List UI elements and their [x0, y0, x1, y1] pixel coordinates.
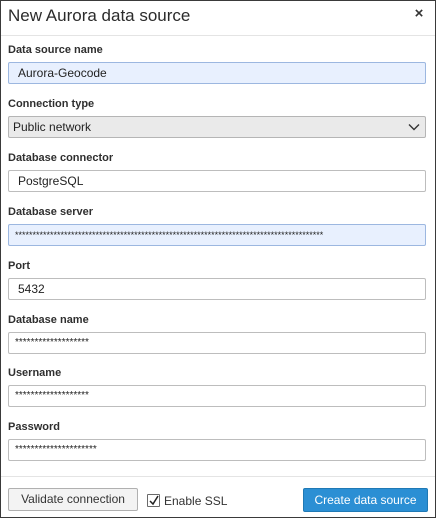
- connection-type-select[interactable]: Public network: [8, 116, 426, 138]
- database-connector-input[interactable]: PostgreSQL: [8, 170, 426, 192]
- data-source-name-label: Data source name: [8, 44, 103, 56]
- database-connector-label: Database connector: [8, 152, 114, 164]
- new-data-source-dialog: New Aurora data source × Data source nam…: [0, 0, 436, 518]
- data-source-name-input[interactable]: Aurora-Geocode: [8, 62, 426, 84]
- database-server-label: Database server: [8, 206, 94, 218]
- close-icon[interactable]: ×: [410, 5, 428, 23]
- database-name-label: Database name: [8, 314, 89, 326]
- enable-ssl-checkbox[interactable]: [147, 494, 160, 507]
- connection-type-label: Connection type: [8, 98, 95, 110]
- validate-connection-button[interactable]: Validate connection: [8, 488, 138, 511]
- connection-type-value: Public network: [13, 120, 92, 134]
- port-input[interactable]: 5432: [8, 278, 426, 300]
- password-input[interactable]: *********************: [8, 439, 426, 461]
- chevron-down-icon: [408, 124, 420, 131]
- dialog-header: New Aurora data source ×: [1, 1, 435, 36]
- dialog-title: New Aurora data source: [8, 6, 191, 25]
- checkmark-icon: [149, 495, 159, 506]
- username-input[interactable]: *******************: [8, 385, 426, 407]
- port-label: Port: [8, 260, 30, 272]
- enable-ssl-label[interactable]: Enable SSL: [164, 494, 227, 508]
- password-label: Password: [8, 421, 60, 433]
- database-name-input[interactable]: *******************: [8, 332, 426, 354]
- database-server-input[interactable]: ****************************************…: [8, 224, 426, 246]
- create-data-source-button[interactable]: Create data source: [303, 488, 428, 512]
- username-label: Username: [8, 367, 62, 379]
